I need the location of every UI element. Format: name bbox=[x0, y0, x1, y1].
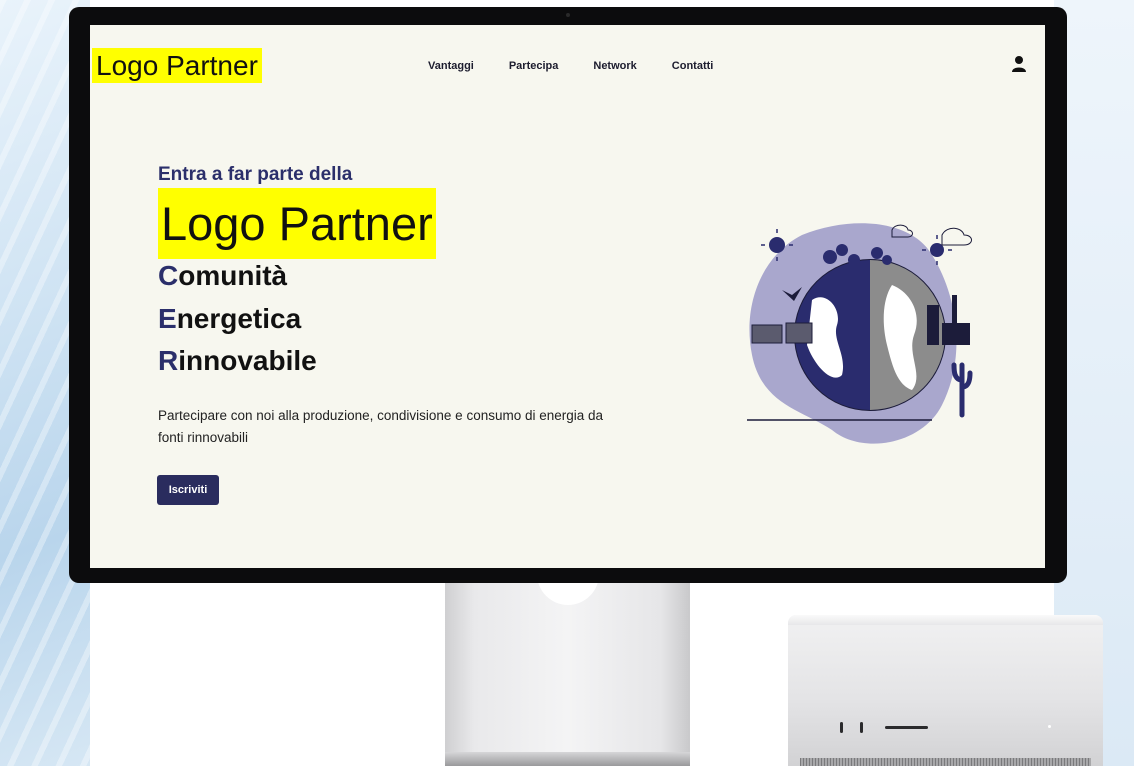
website-screen: Logo Partner Vantaggi Partecipa Network … bbox=[90, 25, 1045, 568]
hero-description: Partecipare con noi alla produzione, con… bbox=[158, 408, 604, 445]
hero-logo: Logo Partner bbox=[158, 188, 436, 259]
hero-pre-title: Entra a far parte della bbox=[158, 164, 353, 185]
subscribe-button[interactable]: Iscriviti bbox=[157, 475, 219, 505]
user-icon[interactable] bbox=[1011, 55, 1027, 73]
camera-icon bbox=[566, 13, 570, 17]
nav-item-vantaggi[interactable]: Vantaggi bbox=[428, 60, 474, 72]
mac-studio-vent bbox=[800, 758, 1091, 766]
nav-item-network[interactable]: Network bbox=[593, 60, 636, 72]
nav-logo[interactable]: Logo Partner bbox=[92, 48, 262, 83]
hero-line-energetica: Energetica bbox=[158, 303, 301, 335]
sd-card-slot bbox=[885, 726, 928, 729]
main-nav: Vantaggi Partecipa Network Contatti bbox=[428, 60, 748, 72]
usb-c-port bbox=[860, 722, 863, 733]
hero-line-text: innovabile bbox=[178, 345, 317, 376]
stand-foot bbox=[445, 752, 690, 766]
hero-line-text: nergetica bbox=[176, 303, 302, 334]
monitor-stand bbox=[445, 543, 690, 766]
power-led bbox=[1048, 725, 1051, 728]
hero-line-comunita: Comunità bbox=[158, 260, 287, 292]
mac-studio bbox=[788, 615, 1103, 766]
mac-studio-top bbox=[788, 615, 1103, 625]
hero-cap-letter: C bbox=[158, 260, 179, 291]
nav-item-partecipa[interactable]: Partecipa bbox=[509, 60, 559, 72]
nav-item-contatti[interactable]: Contatti bbox=[672, 60, 714, 72]
hero-cap-letter: R bbox=[158, 345, 179, 376]
usb-c-port bbox=[840, 722, 843, 733]
monitor: Logo Partner Vantaggi Partecipa Network … bbox=[69, 7, 1067, 583]
hero-cap-letter: E bbox=[158, 303, 177, 334]
hero-line-text: omunità bbox=[178, 260, 288, 291]
hero-line-rinnovabile: Rinnovabile bbox=[158, 345, 317, 377]
earth-renewable-illustration bbox=[742, 215, 1002, 455]
